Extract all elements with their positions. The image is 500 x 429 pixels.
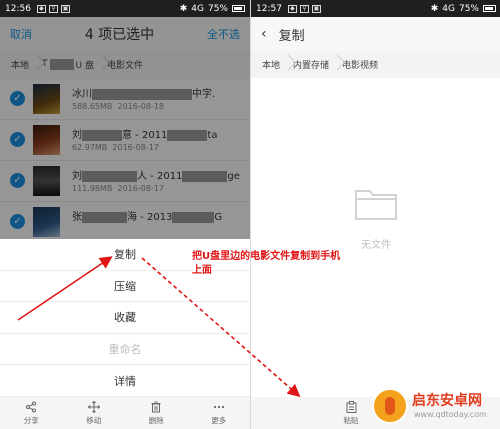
usb-icon: ⚲ [48,4,58,13]
notification-icon: ◆ [287,4,297,13]
screenshot-stage: 12:56 ◆ ⚲ ▣ ✱ 4G 75% 取消 4 项已选中 全不选 本地 T … [0,0,500,429]
breadcrumb-item[interactable]: 内置存储 [290,58,332,71]
status-bar: 12:56 ◆ ⚲ ▣ ✱ 4G 75% [0,0,250,17]
app-notification-icon: ▣ [60,4,70,13]
paste-button[interactable]: 粘贴 [343,400,359,426]
chevron-right-icon [332,51,339,77]
back-arrow-icon[interactable]: ‹ [261,26,267,42]
watermark-logo-icon [372,388,408,424]
bluetooth-icon: ✱ [179,3,188,14]
battery-icon [483,5,496,12]
signal-icon: 4G [442,3,455,14]
folder-icon [355,190,397,220]
paste-label: 粘贴 [343,415,359,425]
breadcrumb-item[interactable]: 本地 [259,58,283,71]
modal-overlay[interactable] [0,17,250,239]
status-time: 12:57 [256,3,282,14]
chevron-right-icon [283,51,290,77]
delete-icon [151,401,161,412]
empty-folder-area: 无文件 [251,78,500,397]
more-button[interactable]: 更多 [188,397,251,429]
delete-label: 删除 [148,415,164,425]
breadcrumb: 本地 内置存储 电影视频 [259,51,381,77]
move-label: 移动 [86,415,102,425]
battery-percent: 75% [458,3,479,14]
battery-percent: 75% [207,3,228,14]
menu-item-details[interactable]: 详情 [0,365,250,397]
watermark-url: www.qdtoday.com [414,410,487,419]
copy-header: ‹ 复制 [251,17,500,51]
status-time: 12:56 [5,3,31,14]
empty-state-text: 无文件 [361,240,391,251]
usb-icon: ⚲ [299,4,309,13]
move-button[interactable]: 移动 [63,397,126,429]
menu-item-rename: 重命名 [0,334,250,366]
clipboard-icon [346,400,356,413]
menu-item-favorite[interactable]: 收藏 [0,302,250,334]
more-label: 更多 [211,415,227,425]
watermark-title: 启东安卓网 [412,393,482,409]
breadcrumb-item[interactable]: 电影视频 [339,58,381,71]
share-label: 分享 [23,415,39,425]
right-phone-screen: 12:57 ◆ ⚲ ▣ ✱ 4G 75% ‹ 复制 本地 内置存储 电影视频 无… [250,0,500,429]
notification-icon: ◆ [36,4,46,13]
left-phone-screen: 12:56 ◆ ⚲ ▣ ✱ 4G 75% 取消 4 项已选中 全不选 本地 T … [0,0,250,429]
bluetooth-icon: ✱ [430,3,439,14]
annotation-note: 把U盘里边的电影文件复制到手机上面 [192,251,341,276]
battery-icon [232,5,245,12]
bottom-action-bar: 分享 移动 删除 更多 [0,397,250,429]
move-icon [87,400,100,413]
signal-icon: 4G [191,3,204,14]
app-notification-icon: ▣ [311,4,321,13]
page-title: 复制 [278,28,305,44]
share-button[interactable]: 分享 [0,397,63,429]
more-icon [213,405,224,408]
site-watermark: 启东安卓网 www.qdtoday.com [372,386,498,426]
share-icon [26,401,37,412]
delete-button[interactable]: 删除 [125,397,188,429]
status-bar: 12:57 ◆ ⚲ ▣ ✱ 4G 75% [251,0,500,17]
